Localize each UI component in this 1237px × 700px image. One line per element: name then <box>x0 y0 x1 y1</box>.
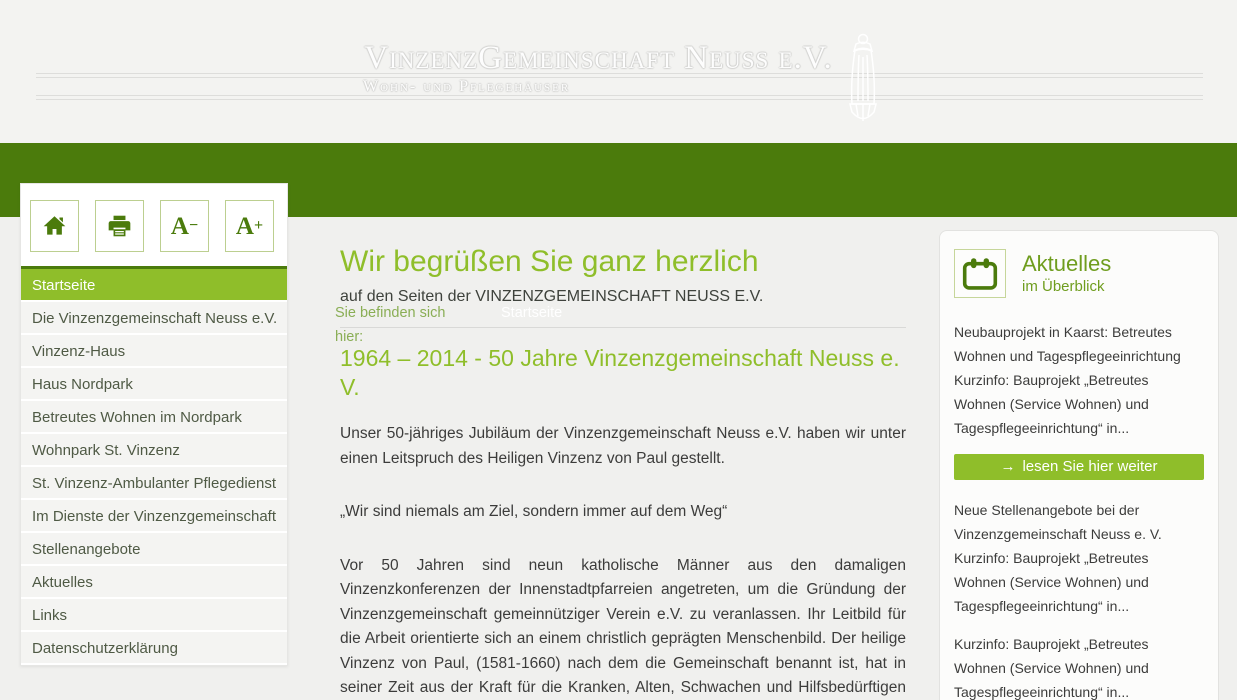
sidebar-item-links[interactable]: Links <box>21 599 287 632</box>
news-list: Neubauprojekt in Kaarst: Betreutes Wohne… <box>954 320 1204 700</box>
news-item-teaser: Kurzinfo: Bauprojekt „Betreutes Wohnen (… <box>954 368 1204 440</box>
news-item-teaser: Kurzinfo: Bauprojekt „Betreutes Wohnen (… <box>954 632 1204 700</box>
calendar-icon <box>962 257 998 291</box>
news-item-teaser: Kurzinfo: Bauprojekt „Betreutes Wohnen (… <box>954 546 1204 618</box>
news-panel-header: Aktuelles im Überblick <box>954 249 1204 298</box>
font-decrease-label: A <box>171 214 189 239</box>
sidebar-menu: Startseite Die Vinzenzgemeinschaft Neuss… <box>21 269 287 665</box>
font-increase-label: A <box>236 214 254 239</box>
header-divider-line <box>36 77 1203 78</box>
sidebar-item-ambulanter-pflegedienst[interactable]: St. Vinzenz-Ambulanter Pflegedienst <box>21 467 287 500</box>
site-header: VinzenzGemeinschaft Neuss e.V. Wohn- und… <box>0 0 1237 143</box>
news-item: Neubauprojekt in Kaarst: Betreutes Wohne… <box>954 320 1204 440</box>
news-item: Kurzinfo: Bauprojekt „Betreutes Wohnen (… <box>954 632 1204 700</box>
content-divider <box>340 327 906 328</box>
sidebar-item-aktuelles[interactable]: Aktuelles <box>21 566 287 599</box>
news-item-title: Neue Stellenangebote bei der Vinzenzgeme… <box>954 498 1204 546</box>
read-more-label: lesen Sie hier weiter <box>1022 458 1157 475</box>
sidebar-item-im-dienste[interactable]: Im Dienste der Vinzenzgemeinschaft <box>21 500 287 533</box>
news-panel: Aktuelles im Überblick Neubauprojekt in … <box>939 230 1219 700</box>
news-panel-title: Aktuelles <box>1022 251 1111 277</box>
calendar-icon-box <box>954 249 1006 298</box>
header-divider-line <box>36 95 1203 96</box>
sidebar-item-vinzenz-haus[interactable]: Vinzenz-Haus <box>21 335 287 368</box>
sidebar-item-wohnpark-st-vinzenz[interactable]: Wohnpark St. Vinzenz <box>21 434 287 467</box>
page-root: VinzenzGemeinschaft Neuss e.V. Wohn- und… <box>0 0 1237 700</box>
news-panel-subtitle: im Überblick <box>1022 277 1111 296</box>
minus-icon: − <box>189 217 198 235</box>
header-divider-line <box>36 99 1203 100</box>
sidebar-item-betreutes-wohnen[interactable]: Betreutes Wohnen im Nordpark <box>21 401 287 434</box>
paragraph-intro: Unser 50-jähriges Jubiläum der Vinzenzge… <box>340 422 906 471</box>
home-icon <box>41 213 68 239</box>
home-button[interactable] <box>30 200 79 252</box>
paragraph-history: Vor 50 Jahren sind neun katholische Männ… <box>340 554 906 700</box>
site-subtitle: Wohn- und Pflegehäuser <box>363 78 570 96</box>
section-title: 1964 – 2014 - 50 Jahre Vinzenzgemeinscha… <box>340 344 906 402</box>
print-button[interactable] <box>95 200 144 252</box>
font-decrease-button[interactable]: A− <box>160 200 209 252</box>
sidebar-card: A− A+ Startseite Die Vinzenzgemeinschaft… <box>20 183 288 666</box>
font-increase-button[interactable]: A+ <box>225 200 274 252</box>
read-more-button[interactable]: → lesen Sie hier weiter <box>954 454 1204 480</box>
page-subtitle: auf den Seiten der VINZENZGEMEINSCHAFT N… <box>340 287 906 307</box>
sidebar-item-haus-nordpark[interactable]: Haus Nordpark <box>21 368 287 401</box>
st-vincent-statue-icon <box>840 30 886 126</box>
page-title: Wir begrüßen Sie ganz herzlich <box>340 243 906 281</box>
quick-toolbar: A− A+ <box>21 184 287 252</box>
sidebar-item-die-vinzenzgemeinschaft[interactable]: Die Vinzenzgemeinschaft Neuss e.V. <box>21 302 287 335</box>
sidebar-item-datenschutzerklaerung[interactable]: Datenschutzerklärung <box>21 632 287 665</box>
news-panel-title-group: Aktuelles im Überblick <box>1022 249 1111 296</box>
plus-icon: + <box>254 217 263 235</box>
paragraph-quote: „Wir sind niemals am Ziel, sondern immer… <box>340 500 906 525</box>
sidebar-item-stellenangebote[interactable]: Stellenangebote <box>21 533 287 566</box>
arrow-right-icon: → <box>1000 458 1015 475</box>
main-content: Wir begrüßen Sie ganz herzlich auf den S… <box>340 243 906 700</box>
print-icon <box>106 213 133 239</box>
site-title: VinzenzGemeinschaft Neuss e.V. <box>0 40 1197 77</box>
sidebar-item-startseite[interactable]: Startseite <box>21 269 287 302</box>
news-item-title: Neubauprojekt in Kaarst: Betreutes Wohne… <box>954 320 1204 368</box>
news-item: Neue Stellenangebote bei der Vinzenzgeme… <box>954 498 1204 618</box>
